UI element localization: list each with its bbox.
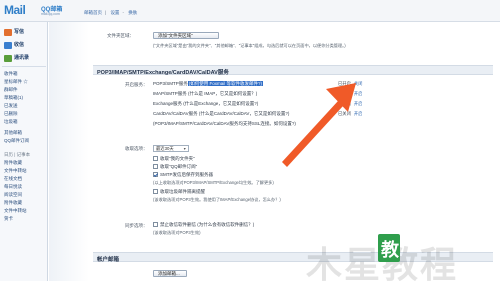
sidebar-item[interactable]: 群邮件 <box>4 87 18 93</box>
sidebar-item[interactable]: 已删除 <box>4 111 18 117</box>
prevent-delete-checkbox[interactable] <box>153 222 158 227</box>
receive-note: (以上收取选项对POP3/IMAP/SMTP/Exchange均生效。了解更多) <box>153 180 274 185</box>
service-label: 开启服务： <box>125 82 148 87</box>
logo-mark: Mail <box>4 3 26 17</box>
exchange-status: 已关闭 开启 <box>338 101 362 107</box>
watermark: 木星教程 教 <box>300 232 500 281</box>
service-pop3-text: POP3/SMTP服务 <box>153 81 188 86</box>
folder-note: ("文件夹区域"是由"我的文件夹"、"其他邮箱"、"记事本"组成，勾选后就可以在… <box>153 43 346 48</box>
sidebar-item[interactable]: 每日悦读 <box>4 184 22 190</box>
logo-url: mail.qq.com <box>41 12 60 16</box>
top-links: 邮箱首页 | 设置 - 换肤 <box>84 10 138 15</box>
sidebar-item[interactable]: 星标邮件 ☆ <box>4 79 28 85</box>
carddav-toggle-link[interactable]: 开启 <box>354 111 363 116</box>
receive-subscription-checkbox[interactable] <box>153 164 158 169</box>
section-title: POP3/IMAP/SMTP/Exchange/CardDAV/CalDAV服务 <box>97 69 229 76</box>
inbox-icon <box>4 42 12 49</box>
sync-label: 同步选项： <box>125 223 148 228</box>
smtp-save-checkbox[interactable] <box>153 172 158 177</box>
service-pop3-help-link[interactable]: (如何使用 Foxmail 等软件收发邮件?) <box>187 81 264 86</box>
sidebar-item[interactable]: 附件收藏 <box>4 160 22 166</box>
imap-toggle-link[interactable]: 开启 <box>354 91 363 96</box>
inbox-label: 收信 <box>14 42 25 48</box>
carddav-status: 已关闭 开启 <box>338 111 362 117</box>
pop3-section-header: POP3/IMAP/SMTP/Exchange/CardDAV/CalDAV服务 <box>93 65 493 76</box>
chevron-down-icon: ▼ <box>183 147 187 151</box>
receive-subscription-label: 收取"QQ邮件订阅" <box>160 164 198 169</box>
contacts-label: 通讯录 <box>14 55 30 61</box>
sidebar: 写信 收信 通讯录 收件箱 星标邮件 ☆ 群邮件 草稿箱(1) 已发送 已删除 … <box>0 22 48 281</box>
sidebar-item[interactable]: QQ邮件订阅 <box>4 138 29 144</box>
link-home[interactable]: 邮箱首页 <box>84 10 102 15</box>
sidebar-item[interactable]: 贺卡 <box>4 216 13 222</box>
link-skin[interactable]: 换肤 <box>128 10 137 15</box>
service-row-imap[interactable]: IMAP/SMTP服务 (什么是 IMAP，它又是如何设置？) <box>153 91 257 97</box>
compose-button[interactable]: 写信 <box>1 27 47 38</box>
sidebar-item[interactable]: 在线文档 <box>4 176 22 182</box>
pop3-status-text: 已开启 <box>338 81 351 86</box>
add-folder-button[interactable]: 添加"文件夹区域" <box>153 32 219 39</box>
contacts-button[interactable]: 通讯录 <box>1 53 47 64</box>
sidebar-item[interactable]: 日历 | 记事本 <box>4 152 30 158</box>
top-header: Mail QQ邮箱 mail.qq.com 邮箱首页 | 设置 - 换肤 <box>0 0 500 22</box>
sidebar-item[interactable]: 其他邮箱 <box>4 130 22 136</box>
receive-folders-checkbox[interactable] <box>153 156 158 161</box>
pop3-toggle-link[interactable]: 关闭 <box>354 81 363 86</box>
receive-note-2: (该收取选项对POP3生效。我使用了IMAP/Exchange协议，怎么办？) <box>153 197 281 202</box>
receive-label: 收取选项： <box>125 146 148 151</box>
service-ssl-note: (POP3/IMAP/SMTP/CardDAV/CalDAV服务均支持SSL连接… <box>153 121 296 126</box>
pop3-status: 已开启 关闭 <box>338 81 362 87</box>
receive-range-select[interactable]: 最近30天 ▼ <box>153 145 189 152</box>
folder-area-label: 文件夹区域： <box>107 33 134 38</box>
inbox-button[interactable]: 收信 <box>1 40 47 51</box>
service-row-carddav[interactable]: CardDAV/CalDAV服务 (什么是CardDAV/CalDAV，它又是如… <box>153 111 289 117</box>
watermark-badge: 教 <box>378 234 400 262</box>
imap-status-text: 已关闭 <box>338 91 351 96</box>
smtp-save-label: SMTP发信后保存到服务器 <box>160 172 213 177</box>
carddav-status-text: 已关闭 <box>338 111 351 116</box>
receive-range-value: 最近30天 <box>156 146 174 151</box>
sidebar-item[interactable]: 收件箱 <box>4 71 18 77</box>
add-account-button[interactable]: 添加邮箱... <box>153 270 187 277</box>
sidebar-item[interactable]: 已发送 <box>4 103 18 109</box>
sidebar-item[interactable]: 文件中转站 <box>4 208 27 214</box>
sidebar-item[interactable]: 垃圾箱 <box>4 119 18 125</box>
link-settings[interactable]: 设置 <box>110 10 119 15</box>
spam-reminder-checkbox[interactable] <box>153 189 158 194</box>
exchange-status-text: 已关闭 <box>338 101 351 106</box>
prevent-delete-label: 禁止收信软件删信 (为什么会有收信软件删信？) <box>160 222 255 227</box>
sidebar-item[interactable]: 草稿箱(1) <box>4 95 23 101</box>
imap-status: 已关闭 开启 <box>338 91 362 97</box>
sidebar-divider <box>2 66 46 67</box>
sidebar-item[interactable]: 附件收藏 <box>4 200 22 206</box>
compose-label: 写信 <box>14 29 25 35</box>
sync-note: (该收取选项对POP3生效) <box>153 230 201 235</box>
pen-icon <box>4 29 12 36</box>
service-row-pop3: POP3/SMTP服务(如何使用 Foxmail 等软件收发邮件?) <box>153 81 264 87</box>
receive-folders-label: 收取"我的文件夹" <box>160 156 195 161</box>
account-title: 帐户邮箱 <box>97 256 120 263</box>
sidebar-item[interactable]: 文件中转站 <box>4 168 27 174</box>
contacts-icon <box>4 55 12 62</box>
exchange-toggle-link[interactable]: 开启 <box>354 101 363 106</box>
spam-reminder-label: 收取垃圾邮件隔离提醒 <box>160 189 205 194</box>
sidebar-item[interactable]: 阅读空间 <box>4 192 22 198</box>
qq-mail-logo[interactable]: Mail QQ邮箱 mail.qq.com <box>4 3 76 18</box>
service-row-exchange[interactable]: Exchange服务 (什么是Exchange，它又是如何设置?) <box>153 101 258 107</box>
